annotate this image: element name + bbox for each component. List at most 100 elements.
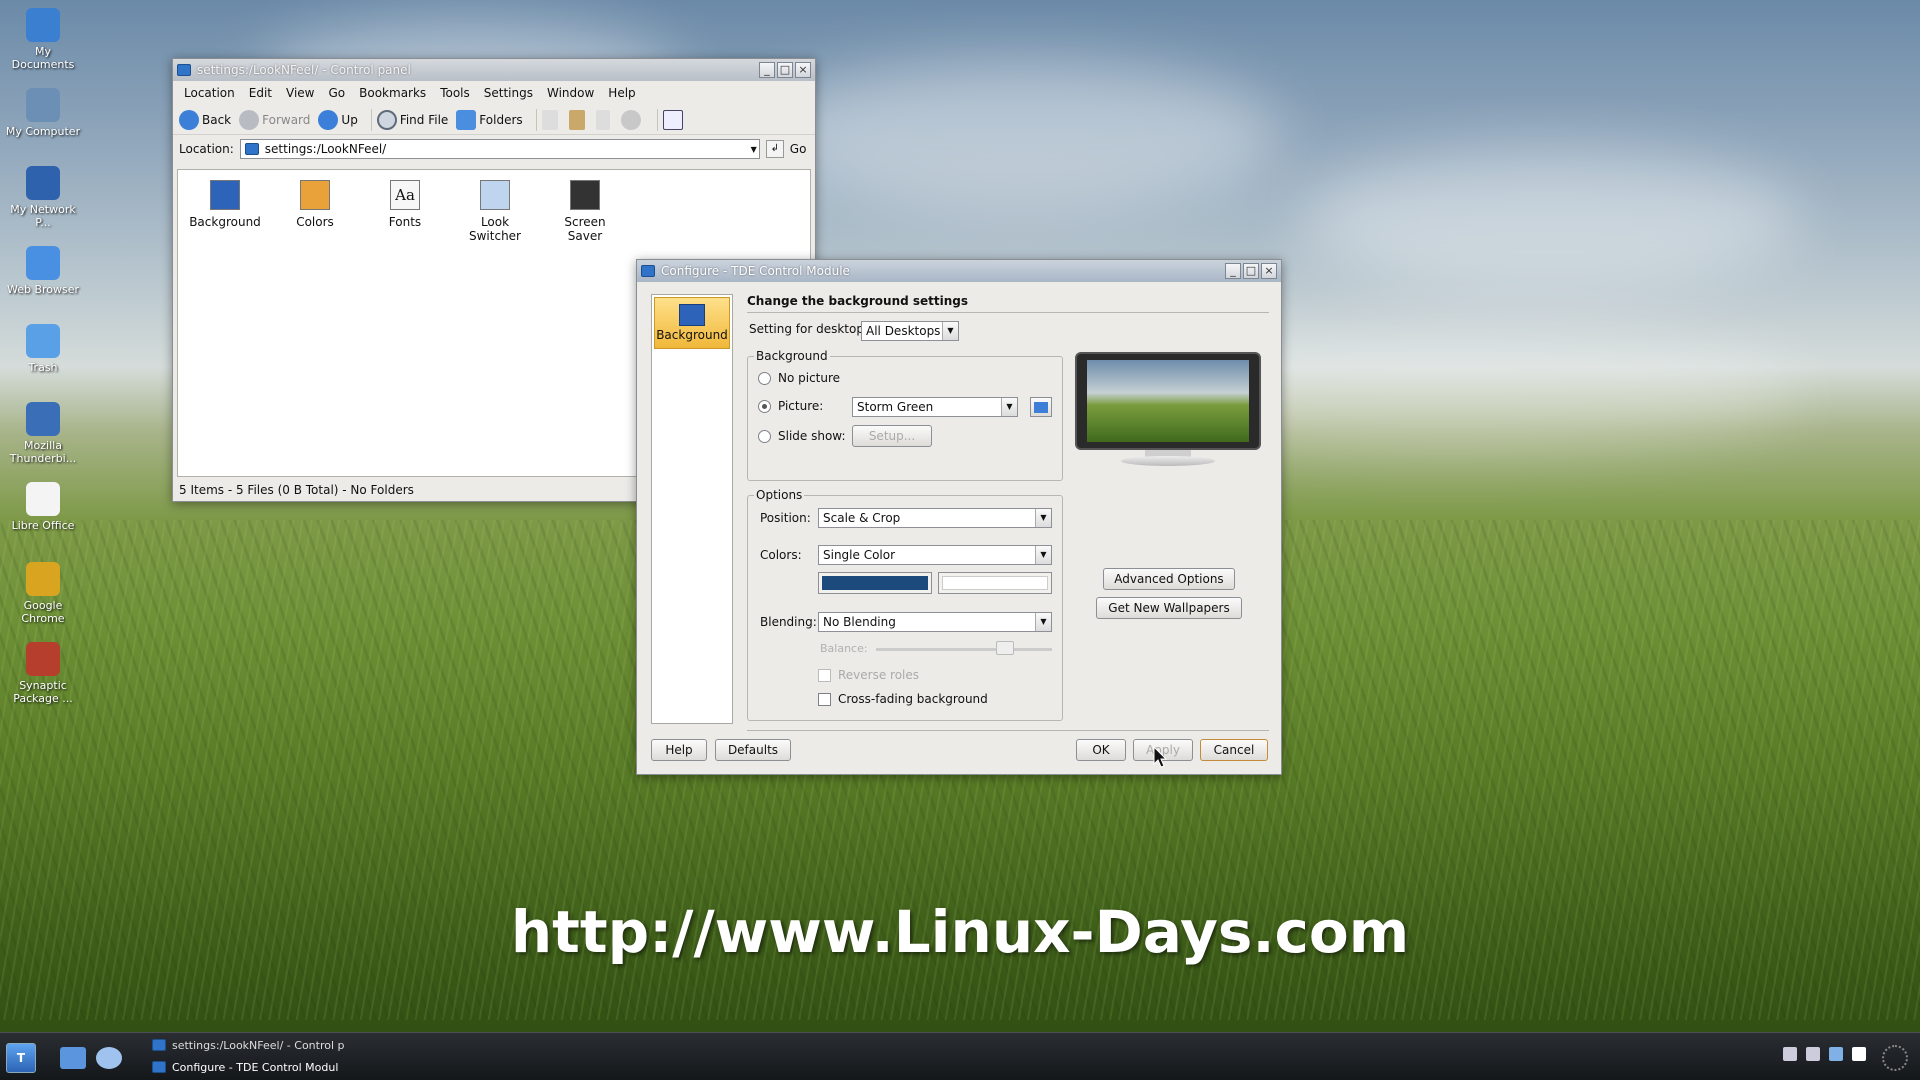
slideshow-radio[interactable] (758, 429, 771, 443)
slideshow-option[interactable]: Slide show: (758, 429, 846, 443)
go-arrow-icon[interactable]: ↲ (765, 140, 784, 158)
desktop-icon-libre-office[interactable]: Libre Office (4, 482, 82, 532)
trash-button[interactable] (595, 109, 613, 130)
minimize-button[interactable]: _ (1225, 263, 1241, 279)
konqueror-icon (152, 1039, 166, 1051)
close-button[interactable]: × (795, 62, 811, 78)
secondary-color-button[interactable] (938, 572, 1052, 594)
location-bar: Location: settings:/LookNFeel/ ▼ ↲ Go (173, 135, 815, 163)
cancel-button[interactable]: Cancel (1200, 739, 1268, 761)
desktop-icon-label: Synaptic Package ... (13, 679, 73, 705)
defaults-button[interactable]: Defaults (715, 739, 791, 761)
desktop-icon-synaptic-package[interactable]: Synaptic Package ... (4, 642, 82, 705)
back-button[interactable]: Back (179, 109, 231, 130)
colors-select[interactable]: Single Color ▼ (818, 545, 1052, 565)
menu-view[interactable]: View (286, 86, 314, 100)
go-label[interactable]: Go (790, 142, 807, 156)
module-item-background[interactable]: Background (654, 297, 730, 349)
find-file-button[interactable]: Find File (376, 109, 448, 130)
close-button[interactable]: × (1261, 263, 1277, 279)
view-mode-button[interactable] (662, 109, 686, 130)
tde-menu-button[interactable]: T (6, 1043, 36, 1073)
ok-button[interactable]: OK (1076, 739, 1126, 761)
colors-label: Colors: (760, 548, 802, 562)
background-icon (210, 180, 240, 210)
maximize-button[interactable]: □ (1243, 263, 1259, 279)
get-new-wallpapers-button[interactable]: Get New Wallpapers (1096, 597, 1242, 619)
document-tray-icon[interactable] (1852, 1047, 1866, 1061)
picture-select[interactable]: Storm Green ▼ (852, 397, 1018, 417)
primary-color-button[interactable] (818, 572, 932, 594)
location-input[interactable]: settings:/LookNFeel/ ▼ (239, 139, 760, 159)
quick-launch-browser-icon[interactable] (96, 1047, 122, 1069)
desktop-icon-my-network-p[interactable]: My Network P... (4, 166, 82, 229)
desktop-app-icon (26, 166, 60, 200)
no-picture-option[interactable]: No picture (758, 371, 840, 385)
folders-button[interactable]: Folders (456, 109, 523, 130)
blending-select[interactable]: No Blending ▼ (818, 612, 1052, 632)
clock-icon[interactable] (1882, 1045, 1908, 1071)
clipboard-tray-icon[interactable] (1783, 1047, 1797, 1061)
network-tray-icon[interactable] (1806, 1047, 1820, 1061)
icon-view-icon (662, 109, 683, 130)
quick-launch-home-icon[interactable] (60, 1047, 86, 1069)
desktop-icon-google-chrome[interactable]: Google Chrome (4, 562, 82, 625)
file-item-background[interactable]: Background (186, 180, 264, 229)
paste-button[interactable] (568, 109, 588, 130)
no-picture-radio[interactable] (758, 371, 771, 385)
balance-label: Balance: (820, 642, 868, 655)
picture-option[interactable]: Picture: (758, 399, 823, 413)
desktop-icon-my-computer[interactable]: My Computer (4, 88, 82, 138)
mouse-pointer-icon (1153, 746, 1167, 768)
reverse-roles-checkbox[interactable] (818, 668, 831, 682)
menu-settings[interactable]: Settings (484, 86, 533, 100)
file-item-colors[interactable]: Colors (276, 180, 354, 229)
dialog-titlebar[interactable]: Configure - TDE Control Module _ □ × (637, 260, 1281, 282)
desktop-icon-web-browser[interactable]: Web Browser (4, 246, 82, 296)
desktop-icon-label: Trash (28, 361, 58, 374)
menu-bookmarks[interactable]: Bookmarks (359, 86, 426, 100)
reverse-roles-option[interactable]: Reverse roles (818, 668, 919, 682)
menu-help[interactable]: Help (608, 86, 635, 100)
copy-button[interactable] (541, 109, 561, 130)
menu-tools[interactable]: Tools (440, 86, 470, 100)
forward-button[interactable]: Forward (239, 109, 310, 130)
minimize-button[interactable]: _ (759, 62, 775, 78)
volume-tray-icon[interactable] (1829, 1047, 1843, 1061)
position-select[interactable]: Scale & Crop ▼ (818, 508, 1052, 528)
folder-open-icon (1034, 402, 1048, 413)
maximize-button[interactable]: □ (777, 62, 793, 78)
setup-button[interactable]: Setup... (852, 425, 932, 447)
file-item-label: Screen Saver (564, 215, 606, 243)
menu-location[interactable]: Location (184, 86, 235, 100)
browse-picture-button[interactable] (1030, 397, 1052, 417)
background-group-title: Background (754, 349, 830, 363)
fonts-icon: Aa (390, 180, 420, 210)
control-panel-titlebar[interactable]: settings:/LookNFeel/ - Control panel _ □… (173, 59, 815, 81)
desktop-icon-mozilla-thunderbi[interactable]: Mozilla Thunderbi... (4, 402, 82, 465)
up-button[interactable]: Up (318, 109, 358, 130)
desktop-icon-my-documents[interactable]: My Documents (4, 8, 82, 71)
configure-dialog: Configure - TDE Control Module _ □ × Bac… (636, 259, 1282, 775)
balance-slider[interactable] (876, 648, 1052, 651)
undo-button[interactable] (620, 109, 644, 130)
desktop-select[interactable]: All Desktops ▼ (861, 321, 959, 341)
file-item-fonts[interactable]: Aa Fonts (366, 180, 444, 229)
crossfade-checkbox[interactable] (818, 692, 831, 706)
task-control-panel[interactable]: settings:/LookNFeel/ - Control p (152, 1035, 348, 1055)
help-button[interactable]: Help (651, 739, 707, 761)
menu-edit[interactable]: Edit (249, 86, 272, 100)
file-item-screen-saver[interactable]: Screen Saver (546, 180, 624, 243)
crossfade-option[interactable]: Cross-fading background (818, 692, 988, 706)
file-item-look-switcher[interactable]: Look Switcher (456, 180, 534, 243)
toolbar-separator (656, 108, 658, 131)
picture-radio[interactable] (758, 399, 771, 413)
folder-icon (244, 143, 259, 155)
menu-go[interactable]: Go (329, 86, 346, 100)
location-dropdown-icon[interactable]: ▼ (751, 145, 757, 154)
advanced-options-button[interactable]: Advanced Options (1103, 568, 1235, 590)
desktop-icon-trash[interactable]: Trash (4, 324, 82, 374)
task-configure[interactable]: Configure - TDE Control Modul (152, 1057, 348, 1077)
balance-slider-handle[interactable] (996, 641, 1014, 655)
menu-window[interactable]: Window (547, 86, 594, 100)
